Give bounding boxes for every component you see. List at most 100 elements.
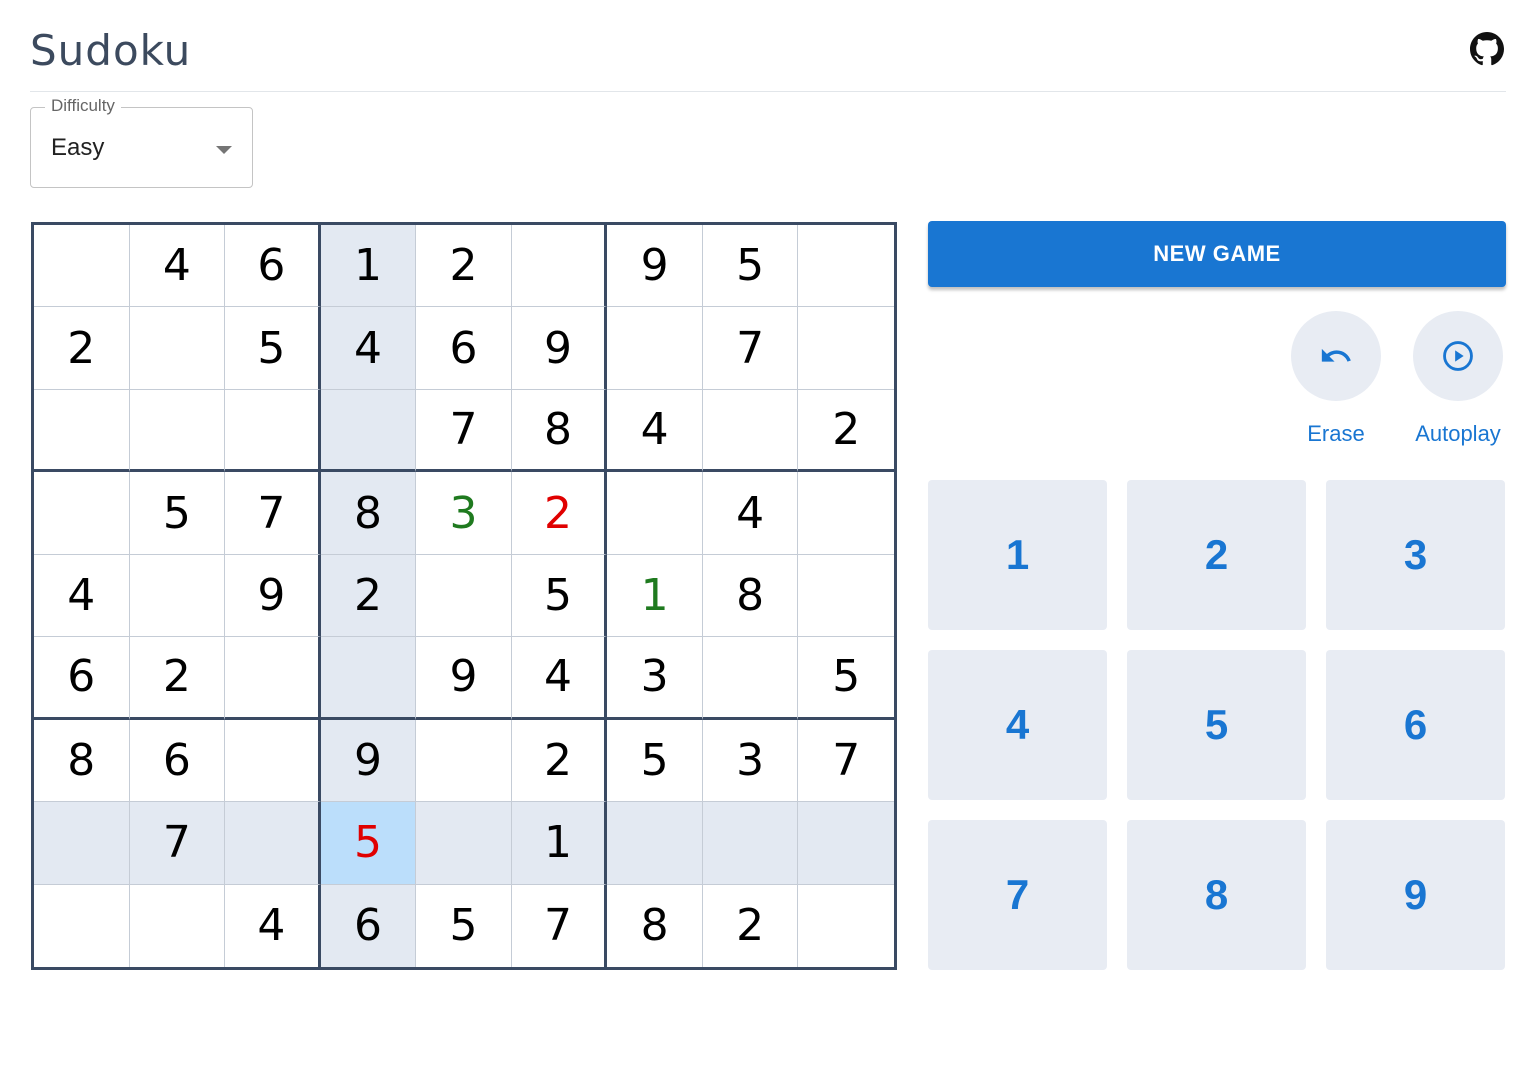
- board-cell-r9c8[interactable]: 2: [703, 884, 799, 967]
- number-button-9[interactable]: 9: [1326, 820, 1505, 970]
- number-button-6[interactable]: 6: [1326, 650, 1505, 800]
- board-cell-r6c8[interactable]: [702, 637, 799, 720]
- board-cell-r8c6[interactable]: 1: [511, 802, 608, 885]
- number-pad: 123 456 789: [928, 480, 1506, 970]
- board-cell-r8c1[interactable]: [34, 802, 130, 885]
- board-cell-r5c5[interactable]: [416, 554, 512, 638]
- board-cell-r2c7[interactable]: [607, 307, 703, 390]
- board-cell-r5c9[interactable]: [798, 555, 894, 638]
- board-cell-r1c5[interactable]: 2: [416, 225, 512, 308]
- board-cell-r7c2[interactable]: 6: [129, 719, 226, 803]
- board-cell-r4c9[interactable]: [798, 472, 894, 555]
- board-cell-r2c6[interactable]: 9: [511, 307, 608, 390]
- board-cell-r1c2[interactable]: 4: [129, 225, 226, 308]
- board-cell-r4c3[interactable]: 7: [225, 472, 321, 555]
- number-button-8[interactable]: 8: [1127, 820, 1306, 970]
- board-cell-r8c4[interactable]: 5: [320, 802, 417, 885]
- board-cell-r4c4[interactable]: 8: [320, 472, 417, 555]
- autoplay-action: Autoplay: [1410, 311, 1506, 447]
- board-cell-r6c7[interactable]: 3: [607, 637, 703, 720]
- board-cell-r3c7[interactable]: 4: [607, 389, 703, 473]
- board-cell-r8c2[interactable]: 7: [129, 802, 226, 885]
- board-cell-r8c9[interactable]: [798, 802, 894, 885]
- board-cell-r5c1[interactable]: 4: [34, 554, 130, 638]
- board-cell-r6c5[interactable]: 9: [416, 637, 512, 720]
- board-cell-r3c2[interactable]: [129, 389, 226, 473]
- erase-button[interactable]: [1291, 311, 1381, 401]
- board-cell-r8c8[interactable]: [702, 802, 799, 885]
- board-cell-r5c8[interactable]: 8: [702, 554, 799, 638]
- board-cell-r2c4[interactable]: 4: [320, 307, 417, 390]
- number-button-1[interactable]: 1: [928, 480, 1107, 630]
- board-cell-r6c9[interactable]: 5: [798, 637, 894, 720]
- board-cell-r5c4[interactable]: 2: [320, 554, 417, 638]
- board-cell-r6c6[interactable]: 4: [511, 637, 608, 720]
- board-cell-r5c7[interactable]: 1: [607, 554, 703, 638]
- board-cell-r3c3[interactable]: [225, 389, 321, 473]
- number-button-2[interactable]: 2: [1127, 480, 1306, 630]
- board-cell-r4c7[interactable]: [607, 472, 703, 555]
- board-cell-r2c9[interactable]: [798, 307, 894, 390]
- board-cell-r9c2[interactable]: [130, 884, 226, 967]
- board-cell-r2c8[interactable]: 7: [702, 307, 799, 390]
- board-cell-r7c9[interactable]: 7: [798, 720, 894, 803]
- board-cell-r9c4[interactable]: 6: [320, 884, 417, 967]
- board-cell-r4c1[interactable]: [34, 472, 130, 555]
- board-cell-r1c1[interactable]: [34, 225, 130, 308]
- board-cell-r7c5[interactable]: [416, 719, 512, 803]
- board-cell-r8c3[interactable]: [225, 802, 321, 885]
- board-cell-r2c2[interactable]: [129, 307, 226, 390]
- board-cell-r6c1[interactable]: 6: [34, 637, 130, 720]
- board-cell-r8c5[interactable]: [416, 802, 512, 885]
- board-cell-r3c6[interactable]: 8: [511, 389, 608, 473]
- board-cell-r2c3[interactable]: 5: [225, 307, 321, 390]
- board-cell-r3c1[interactable]: [34, 389, 130, 473]
- board-cell-r5c6[interactable]: 5: [511, 554, 608, 638]
- board-cell-r9c1[interactable]: [34, 884, 130, 967]
- board-cell-r7c3[interactable]: [225, 719, 321, 803]
- board-cell-r9c3[interactable]: 4: [225, 884, 321, 967]
- board-cell-r3c5[interactable]: 7: [416, 389, 512, 473]
- board-cell-r7c8[interactable]: 3: [702, 719, 799, 803]
- board-cell-r7c1[interactable]: 8: [34, 719, 130, 803]
- new-game-button[interactable]: NEW GAME: [928, 221, 1506, 287]
- board-cell-r4c2[interactable]: 5: [129, 472, 226, 555]
- board-cell-r5c2[interactable]: [129, 554, 226, 638]
- board-cell-r9c7[interactable]: 8: [607, 884, 703, 967]
- board-cell-r3c8[interactable]: [702, 389, 799, 473]
- erase-label: Erase: [1307, 421, 1365, 446]
- board-cell-r9c6[interactable]: 7: [512, 884, 608, 967]
- board-cell-r2c5[interactable]: 6: [416, 307, 512, 390]
- board-cell-r9c5[interactable]: 5: [416, 884, 512, 967]
- board-cell-r4c6[interactable]: 2: [511, 472, 608, 555]
- board-cell-r3c9[interactable]: 2: [798, 390, 894, 473]
- board-cell-r7c6[interactable]: 2: [511, 719, 608, 803]
- board-cell-r8c7[interactable]: [607, 802, 703, 885]
- board-cell-r4c5[interactable]: 3: [416, 472, 512, 555]
- autoplay-button[interactable]: [1413, 311, 1503, 401]
- board-cell-r1c7[interactable]: 9: [607, 225, 703, 308]
- board-cell-r2c1[interactable]: 2: [34, 307, 130, 390]
- board-cell-r4c8[interactable]: 4: [702, 472, 799, 555]
- board-cell-r1c6[interactable]: [511, 225, 608, 308]
- board-cell-r7c7[interactable]: 5: [607, 719, 703, 803]
- board-cell-r6c3[interactable]: [225, 637, 321, 720]
- board-cell-r6c2[interactable]: 2: [129, 637, 226, 720]
- board-cell-r6c4[interactable]: [320, 637, 417, 720]
- board-cell-r5c3[interactable]: 9: [225, 554, 321, 638]
- board-cell-r1c4[interactable]: 1: [320, 225, 417, 308]
- number-button-7[interactable]: 7: [928, 820, 1107, 970]
- board-cell-r1c8[interactable]: 5: [702, 225, 799, 308]
- number-button-5[interactable]: 5: [1127, 650, 1306, 800]
- number-button-3[interactable]: 3: [1326, 480, 1505, 630]
- chevron-down-icon: [216, 146, 232, 154]
- board-cell-r1c3[interactable]: 6: [225, 225, 321, 308]
- number-button-4[interactable]: 4: [928, 650, 1107, 800]
- board-cell-r3c4[interactable]: [320, 389, 417, 473]
- difficulty-select[interactable]: Difficulty Easy: [30, 96, 253, 188]
- difficulty-label: Difficulty: [45, 96, 121, 116]
- board-cell-r9c9[interactable]: [798, 885, 894, 967]
- board-cell-r7c4[interactable]: 9: [320, 719, 417, 803]
- github-icon[interactable]: [1470, 32, 1504, 66]
- board-cell-r1c9[interactable]: [798, 225, 894, 308]
